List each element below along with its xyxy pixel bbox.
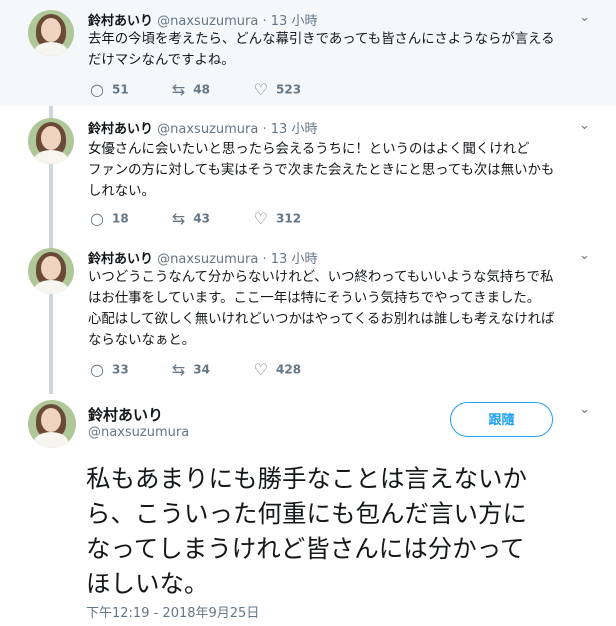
- chevron-down-icon[interactable]: ⌄: [579, 248, 590, 263]
- author-name[interactable]: 鈴村あいり: [88, 122, 153, 137]
- thread-tweet-2[interactable]: 鈴村あいり @naxsuzumura · 13 小時 ⌄ 女優さんに会いたいと思…: [0, 106, 616, 234]
- avatar[interactable]: [28, 118, 74, 164]
- tweet-text: 女優さんに会いたいと思ったら会えるうちに！というのはよく聞くけれど ファンの方に…: [88, 142, 555, 199]
- heart-icon: ♡: [253, 80, 268, 99]
- reply-icon: ○: [90, 360, 104, 379]
- author-handle[interactable]: @naxsuzumura: [157, 122, 258, 137]
- tweet-header: 鈴村あいり @naxsuzumura · 13 小時: [88, 118, 317, 137]
- tweet-actions: ○ 33 ⇆ 34 ♡ 428: [90, 360, 332, 379]
- reply-button[interactable]: ○ 18: [90, 209, 168, 228]
- reply-button[interactable]: ○ 51: [90, 80, 168, 99]
- author-name[interactable]: 鈴村あいり: [88, 14, 153, 29]
- tweet-text: いつどうこうなんて分からないけれど、いつ終わってもいいような気持ちで私 はお仕事…: [88, 270, 555, 348]
- main-tweet-text: 私もあまりにも勝手なことは言えないか ら、こういった何重にも包んだ言い方に なっ…: [86, 464, 527, 598]
- author-name[interactable]: 鈴村あいり: [88, 404, 163, 425]
- like-button[interactable]: ♡ 523: [254, 80, 332, 99]
- author-handle[interactable]: @naxsuzumura: [157, 252, 258, 267]
- tweet-time[interactable]: · 13 小時: [263, 122, 318, 137]
- like-button[interactable]: ♡ 312: [254, 209, 332, 228]
- tweet-timestamp[interactable]: 下午12:19 - 2018年9月25日: [86, 602, 259, 621]
- chevron-down-icon[interactable]: ⌄: [579, 402, 590, 417]
- reply-icon: ○: [90, 80, 104, 99]
- like-button[interactable]: ♡ 428: [254, 360, 332, 379]
- heart-icon: ♡: [253, 209, 268, 228]
- tweet-text: 去年の今頃を考えたら、どんな幕引きであっても皆さんにさようならが言える だけマシ…: [88, 32, 555, 68]
- tweet-time[interactable]: · 13 小時: [263, 252, 318, 267]
- heart-icon: ♡: [253, 360, 268, 379]
- avatar[interactable]: [28, 248, 74, 294]
- author-handle[interactable]: @naxsuzumura: [88, 425, 189, 440]
- thread-tweet-3[interactable]: 鈴村あいり @naxsuzumura · 13 小時 ⌄ いつどうこうなんて分か…: [0, 234, 616, 384]
- tweet-actions: ○ 51 ⇆ 48 ♡ 523: [90, 80, 332, 99]
- avatar[interactable]: [28, 400, 76, 448]
- reply-button[interactable]: ○ 33: [90, 360, 168, 379]
- author-name[interactable]: 鈴村あいり: [88, 252, 153, 267]
- retweet-icon: ⇆: [171, 360, 186, 379]
- retweet-button[interactable]: ⇆ 43: [172, 209, 250, 228]
- retweet-button[interactable]: ⇆ 48: [172, 80, 250, 99]
- retweet-icon: ⇆: [171, 209, 186, 228]
- retweet-icon: ⇆: [171, 80, 186, 99]
- follow-button[interactable]: 跟隨: [450, 402, 553, 437]
- reply-icon: ○: [90, 209, 104, 228]
- thread-tweet-1[interactable]: 鈴村あいり @naxsuzumura · 13 小時 ⌄ 去年の今頃を考えたら、…: [0, 0, 616, 106]
- tweet-actions: ○ 18 ⇆ 43 ♡ 312: [90, 209, 332, 228]
- chevron-down-icon[interactable]: ⌄: [579, 10, 590, 25]
- retweet-button[interactable]: ⇆ 34: [172, 360, 250, 379]
- tweet-header: 鈴村あいり @naxsuzumura · 13 小時: [88, 248, 317, 267]
- tweet-header: 鈴村あいり @naxsuzumura · 13 小時: [88, 10, 317, 29]
- main-tweet: 鈴村あいり @naxsuzumura 跟隨 ⌄ 私もあまりにも勝手なことは言えな…: [0, 384, 616, 626]
- chevron-down-icon[interactable]: ⌄: [579, 118, 590, 133]
- avatar[interactable]: [28, 10, 74, 56]
- tweet-time[interactable]: · 13 小時: [263, 14, 318, 29]
- author-handle[interactable]: @naxsuzumura: [157, 14, 258, 29]
